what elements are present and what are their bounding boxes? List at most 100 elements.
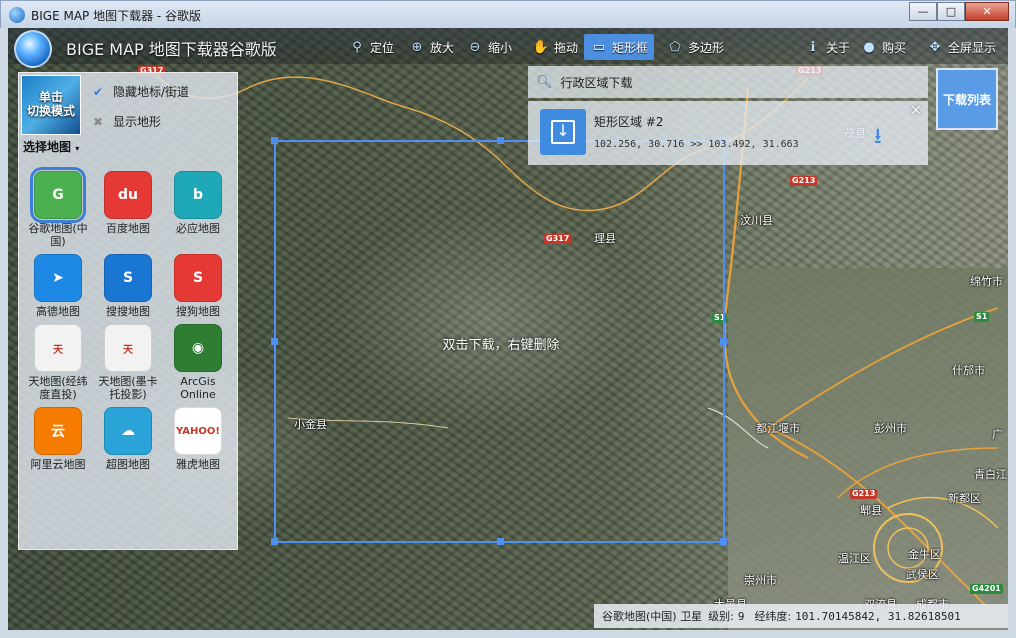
place-label: 汶川县 (740, 214, 773, 227)
resize-handle-sw[interactable] (271, 538, 278, 545)
status-zoom: 9 (737, 609, 745, 623)
window-title: BIGE MAP 地图下载器 - 谷歌版 (31, 9, 202, 23)
resize-handle-n[interactable] (497, 137, 504, 144)
rectangle-select-icon: ▭ (592, 39, 606, 55)
switch-mode-label: 单击 切换模式 (26, 90, 75, 118)
hide-labels-checkbox[interactable]: ✔ 隐藏地标/街道 (93, 83, 189, 100)
selection-rectangle[interactable]: 双击下载，右键删除 (271, 137, 727, 545)
zoom-in-icon: ⊕ (411, 39, 423, 55)
map-source-item[interactable]: S 搜搜地图 (93, 254, 163, 318)
map-source-item[interactable]: S 搜狗地图 (163, 254, 233, 318)
select-map-dropdown[interactable]: 选择地图 ▾ (23, 138, 79, 155)
selection-hint: 双击下载，右键删除 (442, 338, 560, 353)
map-source-item[interactable]: ◉ ArcGis Online (163, 324, 233, 401)
tool-locate[interactable]: ⚲ 定位 (348, 34, 394, 60)
window-titlebar: BIGE MAP 地图下载器 - 谷歌版 — □ ✕ (0, 0, 1016, 28)
place-label: 武侯区 (906, 568, 939, 581)
map-source-item[interactable]: ➤ 高德地图 (23, 254, 93, 318)
road-shield: G213 (850, 489, 878, 499)
map-source-icon: b (174, 171, 222, 219)
tool-polygon[interactable]: ⬠ 多边形 (666, 34, 724, 60)
checkmark-icon: ✔ (93, 84, 104, 99)
download-arrow-icon: ↓ (551, 120, 575, 144)
tool-zoom-in[interactable]: ⊕ 放大 (408, 34, 454, 60)
map-source-name: 高德地图 (36, 305, 80, 318)
map-source-item[interactable]: 云阿里云地图 (23, 407, 93, 471)
map-source-name: 天地图(经纬度直投) (28, 375, 88, 401)
place-label: 都江堰市 (756, 422, 800, 435)
status-map-type: 谷歌地图(中国) 卫星 (602, 610, 703, 623)
tool-rectangle[interactable]: ▭ 矩形框 (584, 34, 655, 60)
place-label: 彭州市 (874, 422, 907, 435)
map-source-item[interactable]: G 谷歌地图(中国) (23, 167, 93, 248)
info-icon: ℹ (810, 39, 816, 55)
app-brand: BIGE MAP 地图下载器谷歌版 (66, 40, 277, 59)
map-source-item[interactable]: ☁ 超图地图 (93, 407, 163, 471)
region-search[interactable]: 🔍︎ 行政区域下载 (528, 66, 928, 98)
resize-handle-e[interactable] (720, 338, 727, 345)
show-terrain-checkbox[interactable]: ✖ 显示地形 (93, 113, 161, 130)
region-card[interactable]: ↓ 矩形区域 #2 102.256, 30.716 >> 103.492, 31… (528, 101, 928, 165)
tool-label: 缩小 (488, 40, 513, 55)
close-icon[interactable]: ✕ (910, 103, 922, 119)
map-source-panel: 单击 切换模式 选择地图 ▾ ✔ 隐藏地标/街道 ✖ 显示地形 G 谷歌地图(中国… (18, 72, 238, 550)
map-source-name: 必应地图 (176, 222, 220, 235)
status-coord-label: 经纬度: (754, 610, 792, 623)
map-source-item[interactable]: du 百度地图 (93, 171, 163, 248)
map-source-icon: ☁ (104, 407, 152, 455)
map-source-icon: ◉ (174, 324, 222, 372)
option-label: 隐藏地标/街道 (113, 85, 190, 99)
maximize-button[interactable]: □ (937, 2, 965, 21)
download-icon[interactable]: ⭳ (874, 119, 882, 157)
resize-handle-s[interactable] (497, 538, 504, 545)
region-coords: 102.256, 30.716 >> 103.492, 31.663 (594, 139, 799, 150)
place-label: 崇州市 (744, 574, 777, 587)
status-zoom-label: 级别: (708, 610, 734, 623)
map-source-item[interactable]: 天天地图(经纬度直投) (23, 324, 93, 401)
tool-label: 放大 (430, 40, 455, 55)
download-region-button[interactable]: ↓ (540, 109, 586, 155)
map-source-item[interactable]: YAHOO! 雅虎地图 (163, 407, 233, 471)
tool-purchase[interactable]: ● 购买 (860, 34, 906, 60)
download-list-button[interactable]: 下载列表 (936, 68, 998, 130)
map-source-item[interactable]: 天天地图(墨卡托投影) (93, 324, 163, 401)
minimize-button[interactable]: — (909, 2, 937, 21)
map-source-icon: S (104, 254, 152, 302)
bigemap-logo-icon (14, 30, 52, 68)
map-source-icon: G (30, 167, 86, 223)
resize-handle-se[interactable] (720, 538, 727, 545)
app-logo-icon (9, 7, 25, 23)
resize-handle-nw[interactable] (271, 137, 278, 144)
map-source-icon: ➤ (34, 254, 82, 302)
place-label: 新都区 (948, 492, 981, 505)
tool-fullscreen[interactable]: ✥ 全屏显示 (926, 34, 996, 60)
switch-mode-button[interactable]: 单击 切换模式 (21, 75, 81, 135)
status-bar: 谷歌地图(中国) 卫星 级别: 9 经纬度: 101.70145842, 31.… (594, 604, 1008, 628)
tool-pan[interactable]: ✋ 拖动 (532, 34, 578, 60)
map-source-item[interactable]: b 必应地图 (163, 171, 233, 248)
top-toolbar: BIGE MAP 地图下载器谷歌版 ⚲ 定位 ⊕ 放大 ⊖ 缩小 ✋ 拖动 ▭ … (8, 28, 1008, 68)
hand-drag-icon: ✋ (532, 39, 550, 55)
zoom-out-icon: ⊖ (469, 39, 481, 55)
tool-about[interactable]: ℹ 关于 (804, 34, 851, 60)
select-map-label: 选择地图 (23, 140, 72, 154)
place-label: 金牛区 (908, 548, 941, 561)
polygon-icon: ⬠ (669, 39, 681, 55)
map-canvas[interactable]: 理县汶川县茂县小金县都江堰市彭州市绵竹市什邡市新都区郫县温江区金牛区武侯区崇州市… (8, 28, 1008, 630)
search-icon: 🔍︎ (536, 74, 553, 90)
region-name: 矩形区域 #2 (594, 115, 664, 129)
search-input[interactable]: 行政区域下载 (561, 74, 633, 91)
fullscreen-icon: ✥ (929, 39, 941, 55)
close-button[interactable]: ✕ (965, 2, 1009, 21)
resize-handle-w[interactable] (271, 338, 278, 345)
tool-zoom-out[interactable]: ⊖ 缩小 (466, 34, 512, 60)
tool-label: 多边形 (688, 40, 725, 55)
place-label: 绵竹市 (970, 275, 1003, 288)
caret-down-icon: ▾ (75, 144, 80, 153)
place-label: 温江区 (838, 552, 871, 565)
road-shield: G4201 (970, 584, 1003, 594)
map-source-name: 雅虎地图 (176, 458, 220, 471)
map-source-icon: YAHOO! (174, 407, 222, 455)
tool-label: 全屏显示 (948, 40, 997, 55)
map-source-icon: 天 (34, 324, 82, 372)
